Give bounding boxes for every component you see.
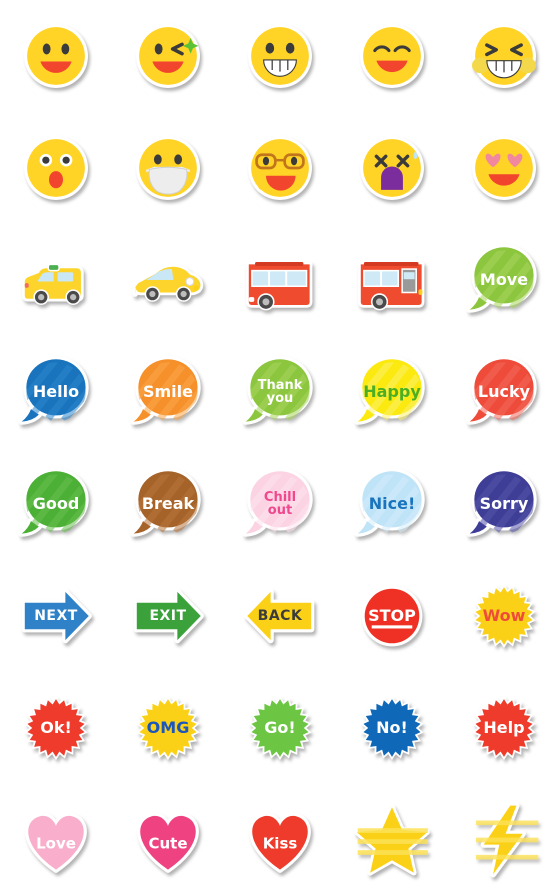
sticker-help[interactable]: Help bbox=[448, 672, 560, 784]
sticker-omg[interactable]: OMG bbox=[112, 672, 224, 784]
speech-bubble-icon bbox=[465, 465, 543, 543]
sticker-grin-teeth-face[interactable] bbox=[224, 0, 336, 112]
star-icon bbox=[353, 801, 431, 879]
sticker-kiss[interactable]: Kiss bbox=[224, 784, 336, 896]
sticker-good[interactable]: Good bbox=[0, 448, 112, 560]
winking-face-icon bbox=[129, 17, 207, 95]
sticker-sorry[interactable]: Sorry bbox=[448, 448, 560, 560]
speech-bubble-icon bbox=[353, 353, 431, 431]
starburst-badge-icon bbox=[465, 689, 543, 767]
arrow-left-icon bbox=[241, 577, 319, 655]
speech-bubble-icon bbox=[353, 465, 431, 543]
sticker-star[interactable] bbox=[336, 784, 448, 896]
smiling-face-icon bbox=[17, 17, 95, 95]
heart-icon bbox=[17, 801, 95, 879]
sticker-hello[interactable]: Hello bbox=[0, 336, 112, 448]
smiling-eyes-face-icon bbox=[353, 17, 431, 95]
sticker-smile-face[interactable] bbox=[0, 0, 112, 112]
taxi-icon bbox=[17, 241, 95, 319]
sticker-car[interactable] bbox=[112, 224, 224, 336]
heart-icon bbox=[241, 801, 319, 879]
squinting-grin-face-icon bbox=[465, 17, 543, 95]
speech-bubble-icon bbox=[465, 353, 543, 431]
bus-icon bbox=[241, 241, 319, 319]
sticker-move[interactable]: Move bbox=[448, 224, 560, 336]
lightning-bolt-icon bbox=[465, 801, 543, 879]
sticker-chill-out[interactable]: Chill out bbox=[224, 448, 336, 560]
heart-eyes-face-icon bbox=[465, 129, 543, 207]
arrow-right-icon bbox=[17, 577, 95, 655]
sticker-wink-face[interactable] bbox=[112, 0, 224, 112]
sticker-glasses-face[interactable] bbox=[224, 112, 336, 224]
sticker-back[interactable]: BACK bbox=[224, 560, 336, 672]
surprised-face-icon bbox=[17, 129, 95, 207]
sticker-break[interactable]: Break bbox=[112, 448, 224, 560]
heart-icon bbox=[129, 801, 207, 879]
sticker-surprised-face[interactable] bbox=[0, 112, 112, 224]
speech-bubble-icon bbox=[465, 241, 543, 319]
sticker-next[interactable]: NEXT bbox=[0, 560, 112, 672]
sticker-love[interactable]: Love bbox=[0, 784, 112, 896]
speech-bubble-icon bbox=[241, 353, 319, 431]
sticker-wow[interactable]: Wow bbox=[448, 560, 560, 672]
sticker-dizzy-face[interactable] bbox=[336, 112, 448, 224]
starburst-badge-icon bbox=[353, 689, 431, 767]
sticker-squint-grin-face[interactable] bbox=[448, 0, 560, 112]
sticker-ok[interactable]: Ok! bbox=[0, 672, 112, 784]
dizzy-face-icon bbox=[353, 129, 431, 207]
speech-bubble-icon bbox=[241, 465, 319, 543]
sticker-no[interactable]: No! bbox=[336, 672, 448, 784]
sticker-happy-eyes-face[interactable] bbox=[336, 0, 448, 112]
speech-bubble-icon bbox=[129, 353, 207, 431]
sticker-exit[interactable]: EXIT bbox=[112, 560, 224, 672]
sticker-grid: Move Hello Smile Thank you Happy Lucky G… bbox=[0, 0, 560, 896]
sticker-lucky[interactable]: Lucky bbox=[448, 336, 560, 448]
sticker-stop[interactable]: STOP bbox=[336, 560, 448, 672]
car-icon bbox=[129, 241, 207, 319]
sticker-thank-you[interactable]: Thank you bbox=[224, 336, 336, 448]
sticker-bus-door[interactable] bbox=[336, 224, 448, 336]
sticker-mask-face[interactable] bbox=[112, 112, 224, 224]
speech-bubble-icon bbox=[17, 353, 95, 431]
sticker-lightning[interactable] bbox=[448, 784, 560, 896]
sticker-smile[interactable]: Smile bbox=[112, 336, 224, 448]
bus-with-door-icon bbox=[353, 241, 431, 319]
speech-bubble-icon bbox=[129, 465, 207, 543]
starburst-badge-icon bbox=[129, 689, 207, 767]
sticker-go[interactable]: Go! bbox=[224, 672, 336, 784]
sticker-taxi[interactable] bbox=[0, 224, 112, 336]
sticker-heart-eyes-face[interactable] bbox=[448, 112, 560, 224]
sticker-happy[interactable]: Happy bbox=[336, 336, 448, 448]
sticker-bus[interactable] bbox=[224, 224, 336, 336]
face-with-glasses-icon bbox=[241, 129, 319, 207]
sticker-cute[interactable]: Cute bbox=[112, 784, 224, 896]
arrow-right-icon bbox=[129, 577, 207, 655]
speech-bubble-icon bbox=[17, 465, 95, 543]
starburst-badge-icon bbox=[241, 689, 319, 767]
starburst-badge-icon bbox=[465, 577, 543, 655]
sticker-nice[interactable]: Nice! bbox=[336, 448, 448, 560]
stop-sign-icon bbox=[353, 577, 431, 655]
grinning-face-icon bbox=[241, 17, 319, 95]
face-with-mask-icon bbox=[129, 129, 207, 207]
starburst-badge-icon bbox=[17, 689, 95, 767]
